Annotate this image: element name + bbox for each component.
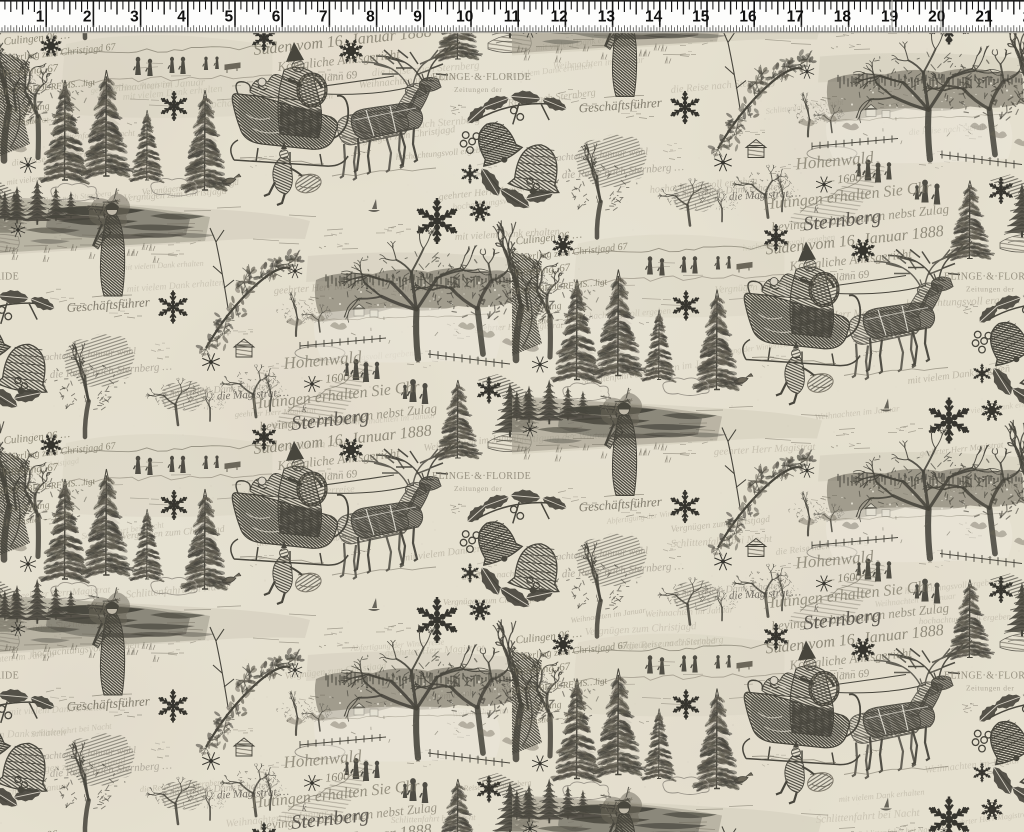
svg-text:20: 20 xyxy=(928,8,945,25)
svg-text:1: 1 xyxy=(36,8,45,25)
svg-text:18: 18 xyxy=(834,8,852,25)
svg-text:14: 14 xyxy=(645,8,663,25)
svg-text:21: 21 xyxy=(975,8,993,25)
svg-text:19: 19 xyxy=(881,8,899,25)
svg-text:10: 10 xyxy=(456,8,473,25)
svg-text:4: 4 xyxy=(177,8,186,25)
svg-text:13: 13 xyxy=(598,8,616,25)
svg-text:11: 11 xyxy=(504,8,521,25)
svg-text:9: 9 xyxy=(413,8,422,25)
svg-text:12: 12 xyxy=(551,8,568,25)
svg-text:2: 2 xyxy=(83,8,92,25)
svg-text:5: 5 xyxy=(224,8,233,25)
svg-text:6: 6 xyxy=(272,8,281,25)
svg-text:3: 3 xyxy=(130,8,139,25)
svg-text:8: 8 xyxy=(366,8,375,25)
svg-text:16: 16 xyxy=(739,8,757,25)
svg-text:17: 17 xyxy=(787,8,804,25)
svg-text:15: 15 xyxy=(692,8,710,25)
svg-text:7: 7 xyxy=(319,8,328,25)
